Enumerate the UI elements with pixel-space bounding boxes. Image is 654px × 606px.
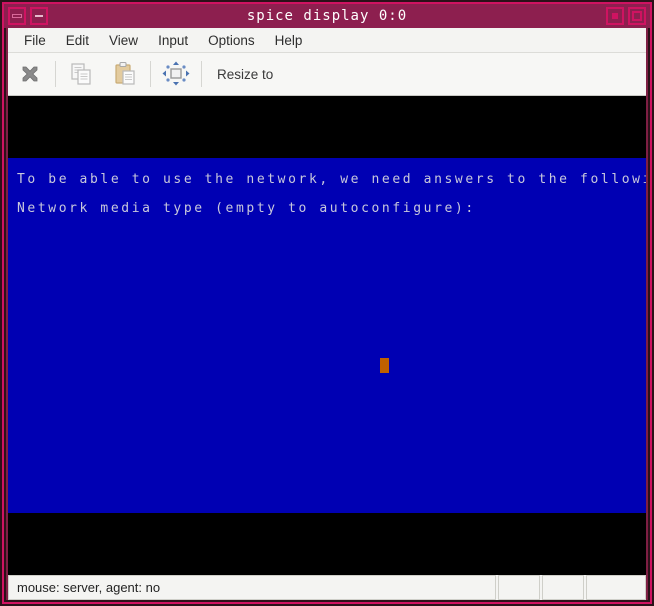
window-title: spice display 0:0 [246, 8, 408, 24]
console-line: Network media type (empty to autoconfigu… [17, 201, 487, 216]
text-cursor [380, 358, 389, 373]
status-bar: mouse: server, agent: no [8, 575, 646, 600]
toolbar-separator-3 [201, 61, 202, 87]
console-line: To be able to use the network, we need a… [17, 172, 646, 187]
status-slot-2 [542, 575, 584, 600]
guest-display[interactable]: To be able to use the network, we need a… [8, 96, 646, 575]
toolbar: Resize to [8, 53, 646, 96]
status-slot-3 [586, 575, 646, 600]
spice-client-window: spice display 0:0 File Edit View Input O… [0, 0, 654, 606]
toolbar-separator-1 [55, 61, 56, 87]
menu-item-edit[interactable]: Edit [56, 28, 99, 53]
minimize-button[interactable] [30, 7, 48, 25]
status-slot-1 [498, 575, 540, 600]
copy-icon [71, 63, 91, 85]
shade-button[interactable] [606, 7, 624, 25]
paste-icon [115, 61, 135, 85]
status-message: mouse: server, agent: no [8, 575, 496, 600]
close-window-button[interactable] [628, 7, 646, 25]
menu-bar: File Edit View Input Options Help [8, 28, 646, 53]
close-icon [632, 11, 642, 21]
copy-button[interactable] [59, 54, 103, 95]
resize-to-label[interactable]: Resize to [205, 67, 285, 82]
toolbar-separator-2 [150, 61, 151, 87]
disconnect-button[interactable] [8, 54, 52, 95]
window-menu-button[interactable] [8, 7, 26, 25]
menu-item-view[interactable]: View [99, 28, 148, 53]
guest-console[interactable]: To be able to use the network, we need a… [8, 158, 646, 513]
menu-item-input[interactable]: Input [148, 28, 198, 53]
window-menu-icon [12, 14, 22, 18]
disconnect-icon [22, 66, 38, 82]
shade-icon [612, 13, 618, 19]
title-bar[interactable]: spice display 0:0 [4, 4, 650, 28]
menu-item-options[interactable]: Options [198, 28, 265, 53]
menu-item-help[interactable]: Help [265, 28, 313, 53]
paste-button[interactable] [103, 54, 147, 95]
resize-button[interactable] [154, 54, 198, 95]
minimize-icon [35, 15, 43, 17]
menu-item-file[interactable]: File [14, 28, 56, 53]
resize-icon [162, 61, 190, 86]
